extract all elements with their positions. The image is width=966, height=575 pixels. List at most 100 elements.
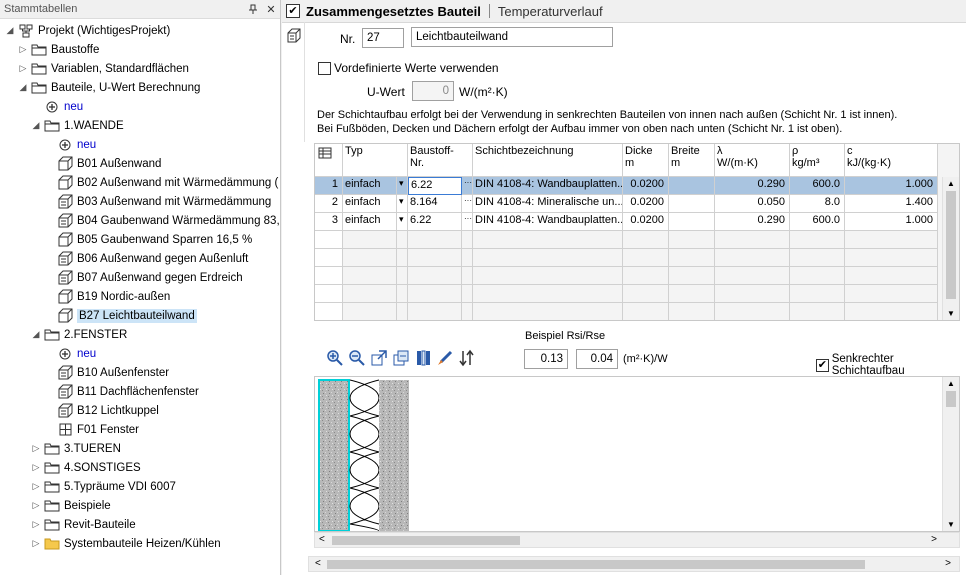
tree-item[interactable]: ▷ 3.TUEREN: [30, 439, 121, 458]
expand-icon[interactable]: ▷: [17, 44, 29, 55]
empty-cell[interactable]: [473, 249, 623, 267]
empty-cell[interactable]: [623, 285, 669, 303]
grid-header-nr[interactable]: Baustoff- Nr.: [408, 144, 473, 177]
brush-icon[interactable]: [436, 349, 454, 367]
empty-cell[interactable]: [343, 285, 397, 303]
empty-cell[interactable]: [623, 267, 669, 285]
close-icon[interactable]: ✕: [264, 3, 278, 16]
empty-cell[interactable]: [397, 303, 408, 320]
empty-cell[interactable]: [715, 285, 790, 303]
tree-item[interactable]: ◢ Bauteile, U-Wert Berechnung: [17, 78, 200, 97]
grid-header-dicke[interactable]: Dicke m: [623, 144, 669, 177]
empty-cell[interactable]: [623, 231, 669, 249]
cell-breite[interactable]: [669, 177, 715, 195]
empty-cell[interactable]: [462, 267, 473, 285]
empty-cell[interactable]: [669, 231, 715, 249]
dropdown-arrow-icon[interactable]: ▾: [397, 213, 408, 231]
nr-input[interactable]: 27: [362, 28, 404, 48]
empty-cell[interactable]: [669, 249, 715, 267]
tree-item[interactable]: ▷ Baustoffe: [17, 40, 99, 59]
empty-cell[interactable]: [790, 267, 845, 285]
empty-cell[interactable]: [669, 285, 715, 303]
tree-item[interactable]: ▷ 4.SONSTIGES: [30, 458, 141, 477]
tree-item[interactable]: B10 Außenfenster: [43, 363, 169, 382]
tree-item[interactable]: ◢ 1.WAENDE: [30, 116, 124, 135]
empty-cell[interactable]: [715, 249, 790, 267]
cell-lambda[interactable]: 0.050: [715, 195, 790, 213]
layers-icon[interactable]: [414, 349, 432, 367]
collapse-icon[interactable]: ◢: [30, 329, 42, 340]
export-icon[interactable]: [370, 349, 388, 367]
empty-cell[interactable]: [462, 231, 473, 249]
cell-c[interactable]: 1.000: [845, 213, 938, 231]
cell-lambda[interactable]: 0.290: [715, 213, 790, 231]
tree-item[interactable]: B05 Gaubenwand Sparren 16,5 %: [43, 230, 252, 249]
collapse-icon[interactable]: ◢: [4, 25, 16, 36]
cell-typ[interactable]: einfach: [343, 213, 397, 231]
expand-icon[interactable]: ▷: [30, 500, 42, 511]
cell-nr[interactable]: 6.22: [408, 213, 462, 231]
empty-cell[interactable]: [845, 267, 938, 285]
rsi-input[interactable]: 0.13: [524, 349, 568, 369]
viz-vscrollbar[interactable]: ▲ ▼: [942, 377, 959, 531]
tree-item[interactable]: ▷ Beispiele: [30, 496, 111, 515]
empty-cell[interactable]: [315, 267, 343, 285]
ellipsis-icon[interactable]: ···: [462, 213, 473, 231]
cell-dicke[interactable]: 0.0200: [623, 213, 669, 231]
cell-c[interactable]: 1.400: [845, 195, 938, 213]
empty-cell[interactable]: [473, 303, 623, 320]
grid-header-c[interactable]: c kJ/(kg·K): [845, 144, 938, 177]
empty-cell[interactable]: [845, 249, 938, 267]
empty-cell[interactable]: [462, 249, 473, 267]
pin-icon[interactable]: [248, 4, 262, 14]
expand-icon[interactable]: ▷: [30, 519, 42, 530]
cell-rho[interactable]: 600.0: [790, 213, 845, 231]
empty-cell[interactable]: [473, 231, 623, 249]
tree-item[interactable]: B04 Gaubenwand Wärmedämmung 83,: [43, 211, 280, 230]
cell-nr[interactable]: 6.22: [408, 177, 462, 195]
cell-breite[interactable]: [669, 213, 715, 231]
main-hscrollbar[interactable]: < >: [308, 556, 960, 572]
cell-dicke[interactable]: 0.0200: [623, 177, 669, 195]
empty-cell[interactable]: [315, 231, 343, 249]
tree-item[interactable]: ▷ Systembauteile Heizen/Kühlen: [30, 534, 221, 553]
dropdown-arrow-icon[interactable]: ▾: [397, 177, 408, 195]
empty-cell[interactable]: [315, 249, 343, 267]
tree-item[interactable]: B07 Außenwand gegen Erdreich: [43, 268, 243, 287]
row-number[interactable]: 2: [315, 195, 343, 213]
tree-item[interactable]: B12 Lichtkuppel: [43, 401, 159, 420]
grid-header-typ[interactable]: Typ: [343, 144, 408, 177]
import-icon[interactable]: [392, 349, 410, 367]
empty-cell[interactable]: [397, 267, 408, 285]
tab-checkbox[interactable]: ✔: [286, 4, 300, 18]
tree-item[interactable]: B01 Außenwand: [43, 154, 161, 173]
vertical-layering-checkbox[interactable]: ✔: [816, 358, 829, 372]
grid-header-breite[interactable]: Breite m: [669, 144, 715, 177]
tree-item[interactable]: neu: [30, 97, 83, 116]
cell-c[interactable]: 1.000: [845, 177, 938, 195]
tree-item[interactable]: B27 Leichtbauteilwand: [43, 306, 197, 325]
cell-dicke[interactable]: 0.0200: [623, 195, 669, 213]
tree-item[interactable]: ▷ 5.Typräume VDI 6007: [30, 477, 176, 496]
collapse-icon[interactable]: ◢: [30, 120, 42, 131]
expand-icon[interactable]: ▷: [17, 63, 29, 74]
cell-typ[interactable]: einfach: [343, 195, 397, 213]
empty-cell[interactable]: [623, 303, 669, 320]
tree-item[interactable]: neu: [43, 344, 96, 363]
expand-icon[interactable]: ▷: [30, 481, 42, 492]
empty-cell[interactable]: [790, 231, 845, 249]
empty-cell[interactable]: [715, 231, 790, 249]
empty-cell[interactable]: [408, 249, 462, 267]
empty-cell[interactable]: [397, 285, 408, 303]
empty-cell[interactable]: [343, 249, 397, 267]
predefined-values-checkbox[interactable]: [318, 61, 331, 75]
empty-cell[interactable]: [343, 303, 397, 320]
empty-cell[interactable]: [462, 303, 473, 320]
ellipsis-icon[interactable]: ···: [462, 177, 473, 195]
empty-cell[interactable]: [473, 285, 623, 303]
cell-rho[interactable]: 600.0: [790, 177, 845, 195]
empty-cell[interactable]: [343, 267, 397, 285]
tree-item[interactable]: B06 Außenwand gegen Außenluft: [43, 249, 248, 268]
tree-item[interactable]: B11 Dachflächenfenster: [43, 382, 199, 401]
empty-cell[interactable]: [397, 249, 408, 267]
